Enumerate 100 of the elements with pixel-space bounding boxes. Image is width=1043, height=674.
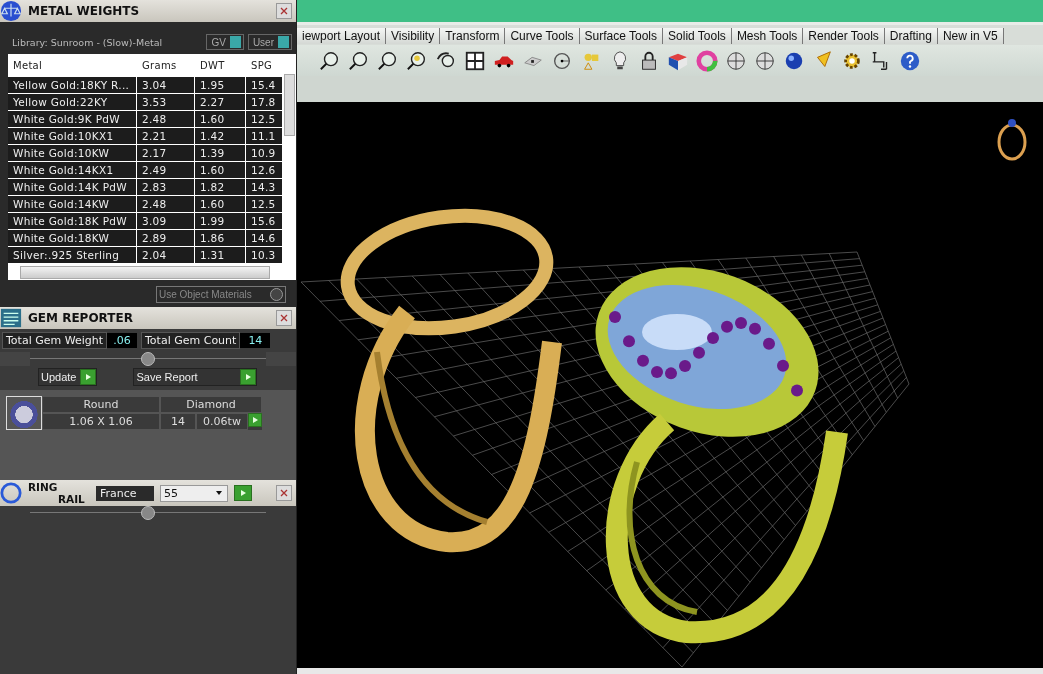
- toolbar-tab[interactable]: New in V5: [937, 28, 1004, 44]
- table-cell-text: 12.6: [250, 163, 277, 178]
- gear-icon[interactable]: [841, 50, 863, 72]
- table-cell: 2.21: [137, 128, 195, 144]
- shaded-sphere-icon[interactable]: [783, 50, 805, 72]
- table-cell-text: 10.9: [250, 146, 277, 161]
- help-icon[interactable]: [899, 50, 921, 72]
- table-cell: 2.89: [137, 230, 195, 246]
- column-header[interactable]: SPG: [246, 56, 280, 76]
- table-cell: 1.42: [195, 128, 246, 144]
- table-cell: 2.48: [137, 111, 195, 127]
- table-cell: 3.09: [137, 213, 195, 229]
- sphere-icon[interactable]: [725, 50, 747, 72]
- toolbar-tab[interactable]: Render Tools: [803, 28, 885, 44]
- close-button[interactable]: [276, 3, 292, 19]
- gem-count: 14: [160, 413, 196, 430]
- color-wheel-icon[interactable]: [696, 50, 718, 72]
- use-object-materials-checkbox[interactable]: Use Object Materials: [156, 286, 286, 303]
- table-cell: 2.83: [137, 179, 195, 195]
- total-value: .06: [107, 333, 137, 348]
- table-cell: 1.60: [195, 162, 246, 178]
- report-icon: [0, 307, 22, 329]
- toolbar-tab[interactable]: iewport Layout: [297, 28, 387, 44]
- action-button[interactable]: Update: [38, 368, 98, 386]
- table-cell: White Gold:14KX1: [8, 162, 137, 178]
- table-cell: 2.48: [137, 196, 195, 212]
- table-cell-text: 10.3: [250, 248, 277, 263]
- table-cell-text: 11.1: [250, 129, 277, 144]
- table-cell-text: 17.8: [250, 95, 277, 110]
- table-cell: White Gold:9K PdW: [8, 111, 137, 127]
- table-cell-text: 15.6: [250, 214, 277, 229]
- table-cell: White Gold:10KX1: [8, 128, 137, 144]
- close-icon: [279, 488, 289, 498]
- table-cell: 1.60: [195, 111, 246, 127]
- gem-thumbnail: [6, 396, 42, 430]
- toolbar-tab[interactable]: Mesh Tools: [731, 28, 804, 44]
- toolbar-tab[interactable]: Visibility: [386, 28, 441, 44]
- table-cell: 1.99: [195, 213, 246, 229]
- gem-material: Diamond: [160, 396, 262, 413]
- table-cell: Silver:.925 Sterling: [8, 247, 137, 263]
- toggle-button[interactable]: GV: [206, 34, 244, 50]
- viewport[interactable]: [297, 102, 1043, 668]
- gem-weight: 0.06tw: [196, 413, 248, 430]
- table-cell-text: 15.4: [250, 78, 277, 93]
- close-button[interactable]: [276, 310, 292, 326]
- action-button[interactable]: Save Report: [133, 368, 258, 386]
- table-cell-text: 14.6: [250, 231, 277, 246]
- table-cell: 2.17: [137, 145, 195, 161]
- total-label: Total Gem Weight: [2, 332, 107, 349]
- collapse-handle[interactable]: [141, 506, 155, 520]
- table-cell: White Gold:18KW: [8, 230, 137, 246]
- zoom-in-icon[interactable]: [319, 50, 341, 72]
- total-label: Total Gem Count: [141, 332, 241, 349]
- table-cell: 2.04: [137, 247, 195, 263]
- ring-standard-field[interactable]: France: [96, 485, 154, 501]
- column-header[interactable]: Metal: [8, 56, 137, 76]
- table-cell: White Gold:10KW: [8, 145, 137, 161]
- play-button[interactable]: [248, 413, 262, 427]
- circle-icon[interactable]: [551, 50, 573, 72]
- ring-icon: [0, 482, 22, 504]
- toolbar-tab[interactable]: Drafting: [884, 28, 938, 44]
- ring-size-dropdown[interactable]: 55: [160, 484, 228, 502]
- table-cell: 3.53: [137, 94, 195, 110]
- toolbar-tab[interactable]: Curve Tools: [505, 28, 580, 44]
- play-icon: [238, 488, 248, 498]
- total-value: 14: [240, 333, 271, 348]
- table-cell: 3.04: [137, 77, 195, 93]
- toolbar-tab[interactable]: Solid Tools: [663, 28, 732, 44]
- collapse-handle[interactable]: [141, 352, 155, 366]
- toolbar-tab[interactable]: Surface Tools: [579, 28, 664, 44]
- toolbar-tab[interactable]: Transform: [440, 28, 506, 44]
- table-cell: White Gold:14KW: [8, 196, 137, 212]
- table-cell: 1.31: [195, 247, 246, 263]
- panel-title: RING RAIL: [28, 481, 86, 505]
- table-cell: Yellow Gold:22KY: [8, 94, 137, 110]
- four-viewports-icon[interactable]: [464, 50, 486, 72]
- table-cell: Yellow Gold:18KY R...: [8, 77, 137, 93]
- table-cell-text: 12.5: [250, 197, 277, 212]
- column-header[interactable]: DWT: [195, 56, 246, 76]
- table-cell: 1.60: [195, 196, 246, 212]
- table-cell: White Gold:14K PdW: [8, 179, 137, 195]
- table-cell: White Gold:18K PdW: [8, 213, 137, 229]
- table-cell: 1.86: [195, 230, 246, 246]
- zoom-selected-icon[interactable]: [406, 50, 428, 72]
- zoom-window-icon[interactable]: [348, 50, 370, 72]
- close-icon: [279, 6, 289, 16]
- column-header[interactable]: Grams: [137, 56, 195, 76]
- close-button[interactable]: [276, 485, 292, 501]
- sphere-icon[interactable]: [754, 50, 776, 72]
- zoom-extents-icon[interactable]: [377, 50, 399, 72]
- ring-icon: [997, 119, 1027, 161]
- table-cell: 1.39: [195, 145, 246, 161]
- table-cell-text: 14.3: [250, 180, 277, 195]
- play-icon: [250, 415, 260, 425]
- panel-title: GEM REPORTER: [28, 311, 134, 325]
- gem-shape: Round: [42, 396, 160, 413]
- play-button[interactable]: [234, 485, 252, 501]
- table-cell-text: 12.5: [250, 112, 277, 127]
- toggle-button[interactable]: User: [247, 34, 292, 50]
- library-label: Library: Sunroom - (Slow)-Metal: [12, 36, 164, 48]
